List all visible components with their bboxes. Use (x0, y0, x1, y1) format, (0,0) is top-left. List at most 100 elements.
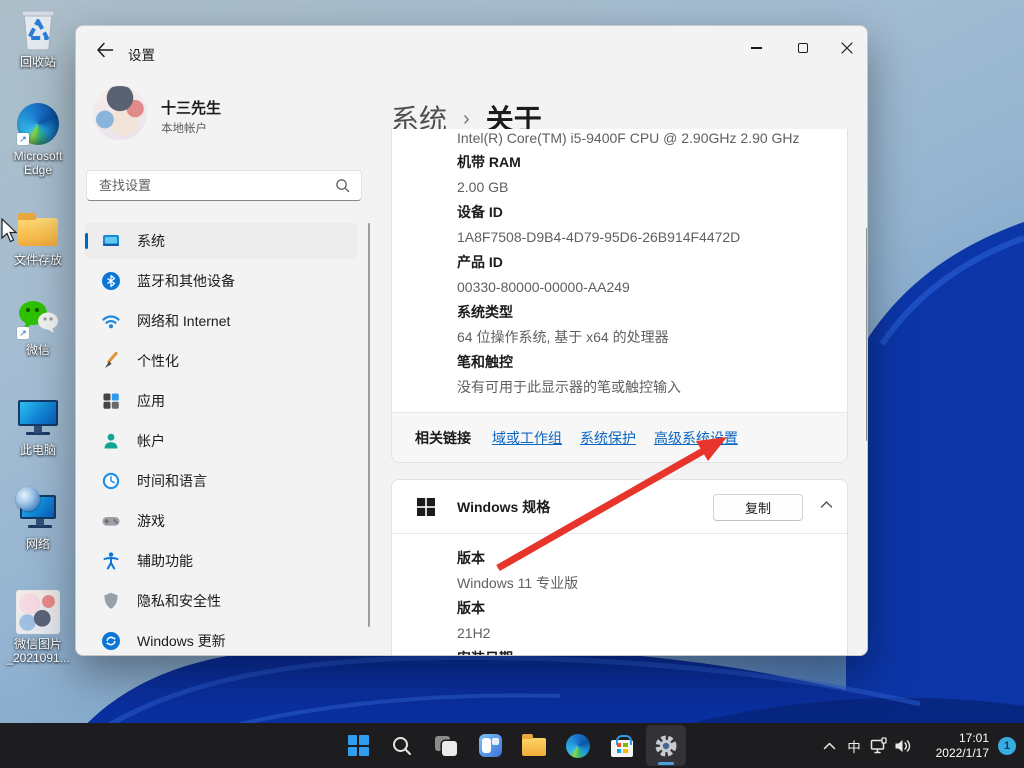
sidebar-item-label: 应用 (137, 393, 165, 409)
desktop-icon-label: 文件存放 (13, 253, 62, 267)
sidebar-scrollbar[interactable] (368, 223, 370, 627)
sidebar-item-apps[interactable]: 应用 (85, 383, 358, 419)
widgets-button[interactable] (470, 725, 510, 766)
gear-icon (655, 735, 677, 756)
content-scrollbar[interactable] (866, 228, 867, 441)
edge-button[interactable] (558, 725, 598, 766)
spec-value: 1A8F7508-D9B4-4D79-95D6-26B914F4472D (457, 229, 741, 245)
recycle-bin-icon (16, 8, 60, 52)
link-domain-workgroup[interactable]: 域或工作组 (492, 428, 562, 448)
volume-tray-button[interactable] (891, 731, 915, 761)
desktop-icon-label: Microsoft Edge (13, 149, 63, 177)
maximize-button[interactable] (780, 32, 825, 64)
sidebar-item-label: 时间和语言 (137, 473, 207, 489)
minimize-button[interactable] (734, 32, 779, 64)
back-button[interactable] (90, 37, 120, 63)
spec-label: 安装日期 (457, 646, 827, 655)
windows-start-icon (347, 735, 369, 756)
ime-indicator[interactable]: 中 (841, 736, 867, 756)
bluetooth-icon (102, 272, 120, 290)
desktop-icon-label: 回收站 (19, 55, 56, 69)
desktop-icon-label-line2: _2021091... (6, 651, 70, 665)
spec-label: 版本 (457, 600, 485, 616)
minimize-icon (751, 47, 762, 49)
sidebar-item-gaming[interactable]: 游戏 (85, 503, 358, 539)
sidebar-item-network[interactable]: 网络和 Internet (85, 303, 358, 339)
wifi-icon (102, 315, 120, 329)
window-title: 设置 (128, 48, 155, 63)
spec-label: 设备 ID (457, 204, 503, 220)
desktop-icon-network[interactable]: 网络 (0, 487, 76, 551)
desktop-icon-edge[interactable]: ↗ Microsoft Edge (0, 102, 76, 177)
windows-spec-title: Windows 规格 (457, 498, 551, 515)
file-explorer-icon (522, 734, 546, 756)
task-view-button[interactable] (426, 725, 466, 766)
breadcrumb-chevron-icon: › (463, 107, 470, 130)
related-links-label: 相关链接 (415, 429, 471, 446)
paintbrush-icon (105, 351, 118, 368)
chevron-up-icon[interactable] (820, 500, 833, 509)
close-icon (840, 42, 853, 54)
search-input[interactable] (87, 178, 335, 193)
desktop-icon-this-pc[interactable]: 此电脑 (0, 396, 76, 457)
tray-chevron-up[interactable] (817, 731, 841, 761)
titlebar[interactable]: 设置 (76, 26, 867, 70)
taskbar-search-button[interactable] (382, 725, 422, 766)
update-arrows-icon (102, 632, 120, 650)
speaker-icon (895, 739, 911, 752)
start-button[interactable] (338, 725, 378, 766)
device-spec-card: Intel(R) Core(TM) i5-9400F CPU @ 2.90GHz… (391, 129, 848, 463)
spec-value: 2.00 GB (457, 179, 509, 195)
shortcut-arrow-icon: ↗ (17, 133, 29, 145)
copy-button[interactable]: 复制 (713, 494, 803, 521)
edge-icon (566, 733, 590, 758)
windows-spec-header[interactable]: Windows 规格 复制 (392, 480, 847, 534)
notification-badge[interactable]: 1 (998, 736, 1016, 755)
folder-icon (16, 206, 60, 250)
store-button[interactable] (602, 725, 642, 766)
link-advanced-system-settings[interactable]: 高级系统设置 (654, 428, 738, 448)
clock-icon (102, 472, 120, 490)
search-icon (393, 736, 411, 755)
sidebar-item-windows-update[interactable]: Windows 更新 (85, 623, 358, 655)
sidebar-item-accessibility[interactable]: 辅助功能 (85, 543, 358, 579)
mouse-cursor (1, 218, 18, 243)
network-tray-button[interactable] (867, 731, 891, 761)
spec-value: 64 位操作系统, 基于 x64 的处理器 (457, 329, 669, 345)
sidebar-item-personalization[interactable]: 个性化 (85, 343, 358, 379)
apps-icon (103, 393, 119, 409)
desktop-icon-wechat-image[interactable]: 微信图片 _2021091... (0, 590, 76, 665)
user-avatar[interactable] (93, 86, 147, 140)
desktop-icon-wechat[interactable]: ↗ 微信 (0, 296, 76, 357)
tray-clock[interactable]: 17:01 2022/1/17 (925, 731, 989, 761)
settings-window: 设置 十三先生 本地帐户 系统 (75, 25, 868, 656)
settings-button[interactable] (646, 725, 686, 766)
sidebar-item-label: 辅助功能 (137, 553, 193, 569)
content-scroll-area: Intel(R) Core(TM) i5-9400F CPU @ 2.90GHz… (391, 129, 848, 655)
desktop-icon-recycle-bin[interactable]: 回收站 (0, 8, 76, 69)
settings-search[interactable] (86, 170, 362, 201)
tray-time: 17:01 (958, 730, 989, 745)
desktop-icon-label: 此电脑 (19, 443, 56, 457)
link-system-protection[interactable]: 系统保护 (580, 428, 636, 448)
spec-value: Windows 11 专业版 (457, 575, 579, 591)
sidebar-item-privacy[interactable]: 隐私和安全性 (85, 583, 358, 619)
related-links-row: 相关链接 域或工作组 系统保护 高级系统设置 (392, 412, 847, 462)
sidebar-item-system[interactable]: 系统 (85, 223, 358, 259)
file-explorer-button[interactable] (514, 725, 554, 766)
account-person-icon (104, 433, 118, 449)
sidebar-item-label: 隐私和安全性 (137, 593, 221, 609)
search-icon (336, 179, 350, 193)
sidebar-item-time-language[interactable]: 时间和语言 (85, 463, 358, 499)
wechat-icon: ↗ (16, 296, 60, 340)
spec-value: 21H2 (457, 625, 491, 641)
sidebar-item-bluetooth[interactable]: 蓝牙和其他设备 (85, 263, 358, 299)
image-thumbnail-icon (16, 590, 60, 634)
chevron-up-icon (823, 742, 835, 749)
sidebar-item-label: 个性化 (137, 353, 179, 369)
close-button[interactable] (824, 32, 867, 64)
sidebar-item-label: 蓝牙和其他设备 (137, 273, 235, 289)
sidebar-item-accounts[interactable]: 帐户 (85, 423, 358, 459)
taskbar: 中 17:01 2022/1/17 1 (0, 723, 1024, 768)
desktop-icon-label: 网络 (25, 537, 50, 551)
